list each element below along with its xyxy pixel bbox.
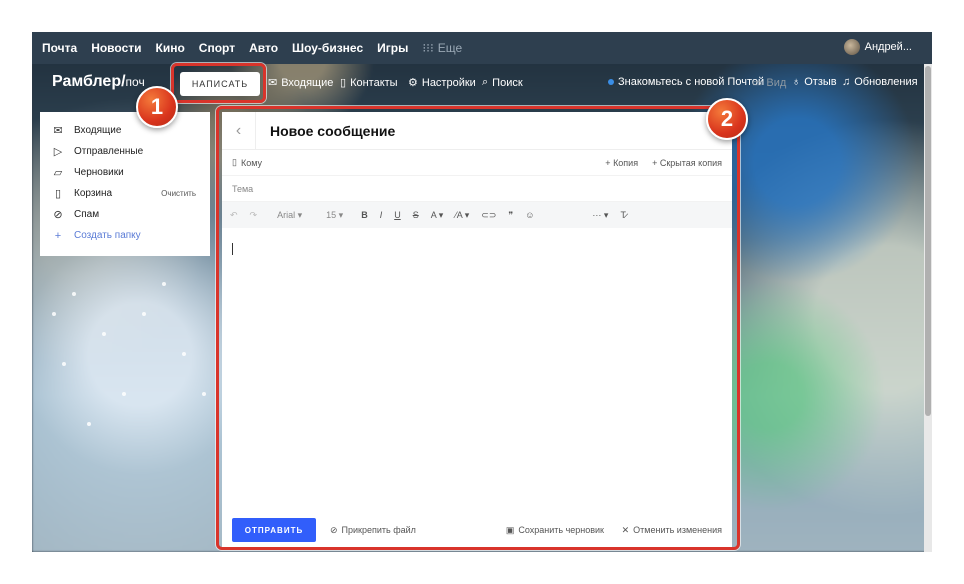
grid-icon: ⁝⁝⁝ [422,41,434,55]
user-menu[interactable]: Андрей... [843,39,912,55]
plus-icon: + [54,229,62,242]
nav-more[interactable]: ⁝⁝⁝ Еще [422,41,462,55]
updates-link[interactable]: ♫ Обновления [842,76,918,88]
folder-sidebar: ✉ Входящие ▷ Отправленные ▱ Черновики ▯ … [40,112,210,256]
highlight-compose-window [216,106,740,550]
top-navigation: Почта Новости Кино Спорт Авто Шоу-бизнес… [32,32,932,64]
nav-auto[interactable]: Авто [249,41,278,55]
settings-link[interactable]: ⚙ Настройки [408,76,476,90]
gear-icon: ⚙ [408,77,418,89]
nav-sport[interactable]: Спорт [199,41,235,55]
step-badge-1: 1 [136,86,178,128]
nav-news[interactable]: Новости [91,41,141,55]
sidebar-item-inbox[interactable]: ✉ Входящие [40,120,210,141]
sidebar-item-trash[interactable]: ▯ Корзина Очистить [40,183,210,204]
sidebar-item-drafts[interactable]: ▱ Черновики [40,162,210,183]
page-scrollbar[interactable] [924,64,932,552]
scrollbar-thumb[interactable] [925,66,931,416]
lightbulb-icon: ♁ [792,76,801,88]
nav-showbiz[interactable]: Шоу-бизнес [292,41,363,55]
create-folder-button[interactable]: + Создать папку [40,225,210,246]
spam-icon: ⊘ [53,209,63,221]
inbox-icon: ✉ [53,125,63,137]
sidebar-item-sent[interactable]: ▷ Отправленные [40,141,210,162]
inbox-link[interactable]: ✉ Входящие [268,76,333,90]
trash-icon: ▯ [54,188,62,200]
draft-icon: ▱ [53,167,63,179]
view-icon: ▭ [752,77,763,89]
nav-cinema[interactable]: Кино [156,41,185,55]
status-dot-icon [608,79,614,85]
contacts-link[interactable]: ▯ Контакты [340,76,398,90]
highlight-write-button [171,63,266,103]
clear-trash-button[interactable]: Очистить [161,189,196,198]
user-name: Андрей... [864,41,912,53]
nav-mail[interactable]: Почта [42,41,77,55]
rambler-logo[interactable]: Рамблер/поч [52,73,145,91]
avatar [843,39,860,55]
nav-games[interactable]: Игры [377,41,408,55]
view-link[interactable]: ▭ Вид [752,76,786,90]
feedback-link[interactable]: ♁ Отзыв [792,76,837,88]
contacts-icon: ▯ [340,77,347,89]
step-badge-2: 2 [706,98,748,140]
search-icon: ⌕ [482,76,489,88]
sidebar-item-spam[interactable]: ⊘ Спам [40,204,210,225]
search-link[interactable]: ⌕ Поиск [482,76,523,89]
envelope-icon: ✉ [268,77,278,89]
send-icon: ▷ [53,146,63,158]
bell-icon: ♫ [842,76,851,88]
new-mail-promo[interactable]: Знакомьтесь с новой Почтой [608,76,764,88]
